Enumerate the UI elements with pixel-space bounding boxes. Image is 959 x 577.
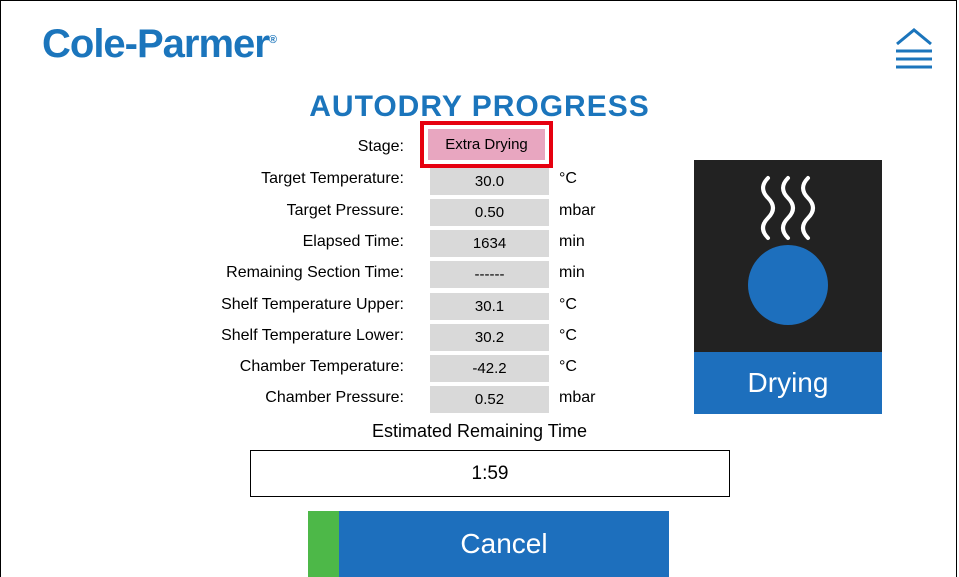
steam-drying-icon xyxy=(748,176,828,325)
cancel-button-accent xyxy=(308,511,339,577)
row-label: Shelf Temperature Upper: xyxy=(221,296,404,313)
row-label: Elapsed Time: xyxy=(302,233,404,250)
row-unit: min xyxy=(559,233,585,250)
row-label: Target Temperature: xyxy=(261,170,404,187)
row-value: 0.50 xyxy=(430,199,549,226)
status-label: Drying xyxy=(694,352,882,414)
row-label: Chamber Pressure: xyxy=(265,389,404,406)
row-value: 30.0 xyxy=(430,168,549,195)
stage-label: Stage: xyxy=(357,138,404,155)
menu-button[interactable] xyxy=(893,26,935,72)
estimated-time-value: 1:59 xyxy=(250,450,730,497)
eject-menu-icon xyxy=(896,28,932,69)
row-label: Chamber Temperature: xyxy=(239,358,404,375)
row-value: -42.2 xyxy=(430,355,549,382)
row-value: 0.52 xyxy=(430,386,549,413)
row-value: 30.1 xyxy=(430,293,549,320)
row-unit: °C xyxy=(559,327,577,344)
stage-value: Extra Drying xyxy=(428,129,545,160)
row-unit: min xyxy=(559,264,585,281)
row-value: 1634 xyxy=(430,230,549,257)
stage-value-highlight: Extra Drying xyxy=(420,121,553,168)
estimated-time-label: Estimated Remaining Time xyxy=(371,421,588,441)
row-unit: mbar xyxy=(559,389,596,406)
row-unit: °C xyxy=(559,296,577,313)
cancel-button[interactable]: Cancel xyxy=(308,511,669,577)
cancel-button-label: Cancel xyxy=(460,528,548,559)
row-value: ------ xyxy=(430,261,549,288)
drying-status-panel: Drying xyxy=(694,160,882,414)
row-value: 30.2 xyxy=(430,324,549,351)
row-unit: °C xyxy=(559,170,577,187)
row-label: Shelf Temperature Lower: xyxy=(221,327,404,344)
page-title: AUTODRY PROGRESS xyxy=(309,90,650,123)
brand-logo: Cole-Parmer® xyxy=(42,22,277,66)
row-unit: °C xyxy=(559,358,577,375)
row-unit: mbar xyxy=(559,202,596,219)
row-label: Target Pressure: xyxy=(286,202,404,219)
row-label: Remaining Section Time: xyxy=(226,264,404,281)
